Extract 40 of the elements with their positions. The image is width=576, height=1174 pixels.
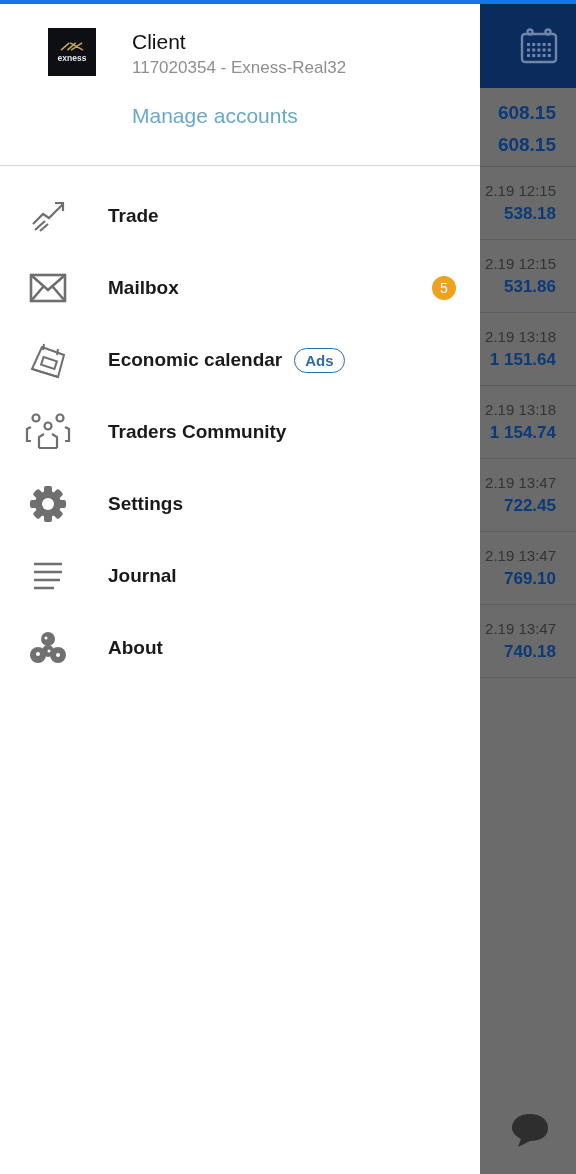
deal-time: 2.19 12:15 [485, 255, 556, 272]
menu-item[interactable]: Journal [0, 540, 480, 612]
menu-label: Economic calendar [108, 349, 283, 371]
envelope-icon [29, 273, 67, 303]
unread-count-badge: 5 [432, 276, 456, 300]
deal-value: 769.10 [504, 569, 556, 589]
menu-item[interactable]: Settings [0, 468, 480, 540]
deal-value: 1 154.74 [489, 423, 556, 443]
account-details: 117020354 - Exness-Real32 [132, 57, 347, 79]
calendar-icon[interactable] [520, 28, 558, 64]
deal-time: 2.19 13:47 [485, 547, 556, 564]
deal-value: 740.18 [504, 642, 556, 662]
deal-value: 1 151.64 [489, 350, 556, 370]
deal-time: 2.19 13:47 [485, 620, 556, 637]
menu-label: Settings [108, 493, 183, 515]
deal-value: 538.18 [504, 204, 556, 224]
deal-time: 2.19 13:18 [485, 328, 556, 345]
account-name: Client [132, 29, 187, 55]
menu-item[interactable]: Economic calendar Ads [0, 324, 480, 396]
menu-item[interactable]: Traders Community [0, 396, 480, 468]
deal-time: 2.19 12:15 [485, 182, 556, 199]
balance-value: 608.15 [497, 102, 556, 124]
broker-logo: exness [48, 28, 96, 76]
balance-value: 608.15 [497, 134, 556, 156]
menu-label: Trade [108, 205, 159, 227]
settings-icon [29, 485, 67, 523]
people-group-icon [25, 413, 71, 451]
ornament-icon [29, 631, 67, 665]
menu-item[interactable]: Mailbox 5 [0, 252, 480, 324]
menu-item[interactable]: Trade [0, 180, 480, 252]
deal-value: 722.45 [504, 496, 556, 516]
deal-time: 2.19 13:47 [485, 474, 556, 491]
deal-value: 531.86 [504, 277, 556, 297]
deal-time: 2.19 13:18 [485, 401, 556, 418]
menu-item[interactable]: About [0, 612, 480, 684]
list-lines-icon [32, 562, 64, 590]
menu-label: Traders Community [108, 421, 287, 443]
menu-label: Journal [108, 565, 177, 587]
menu-label: About [108, 637, 163, 659]
menu-label: Mailbox [108, 277, 179, 299]
